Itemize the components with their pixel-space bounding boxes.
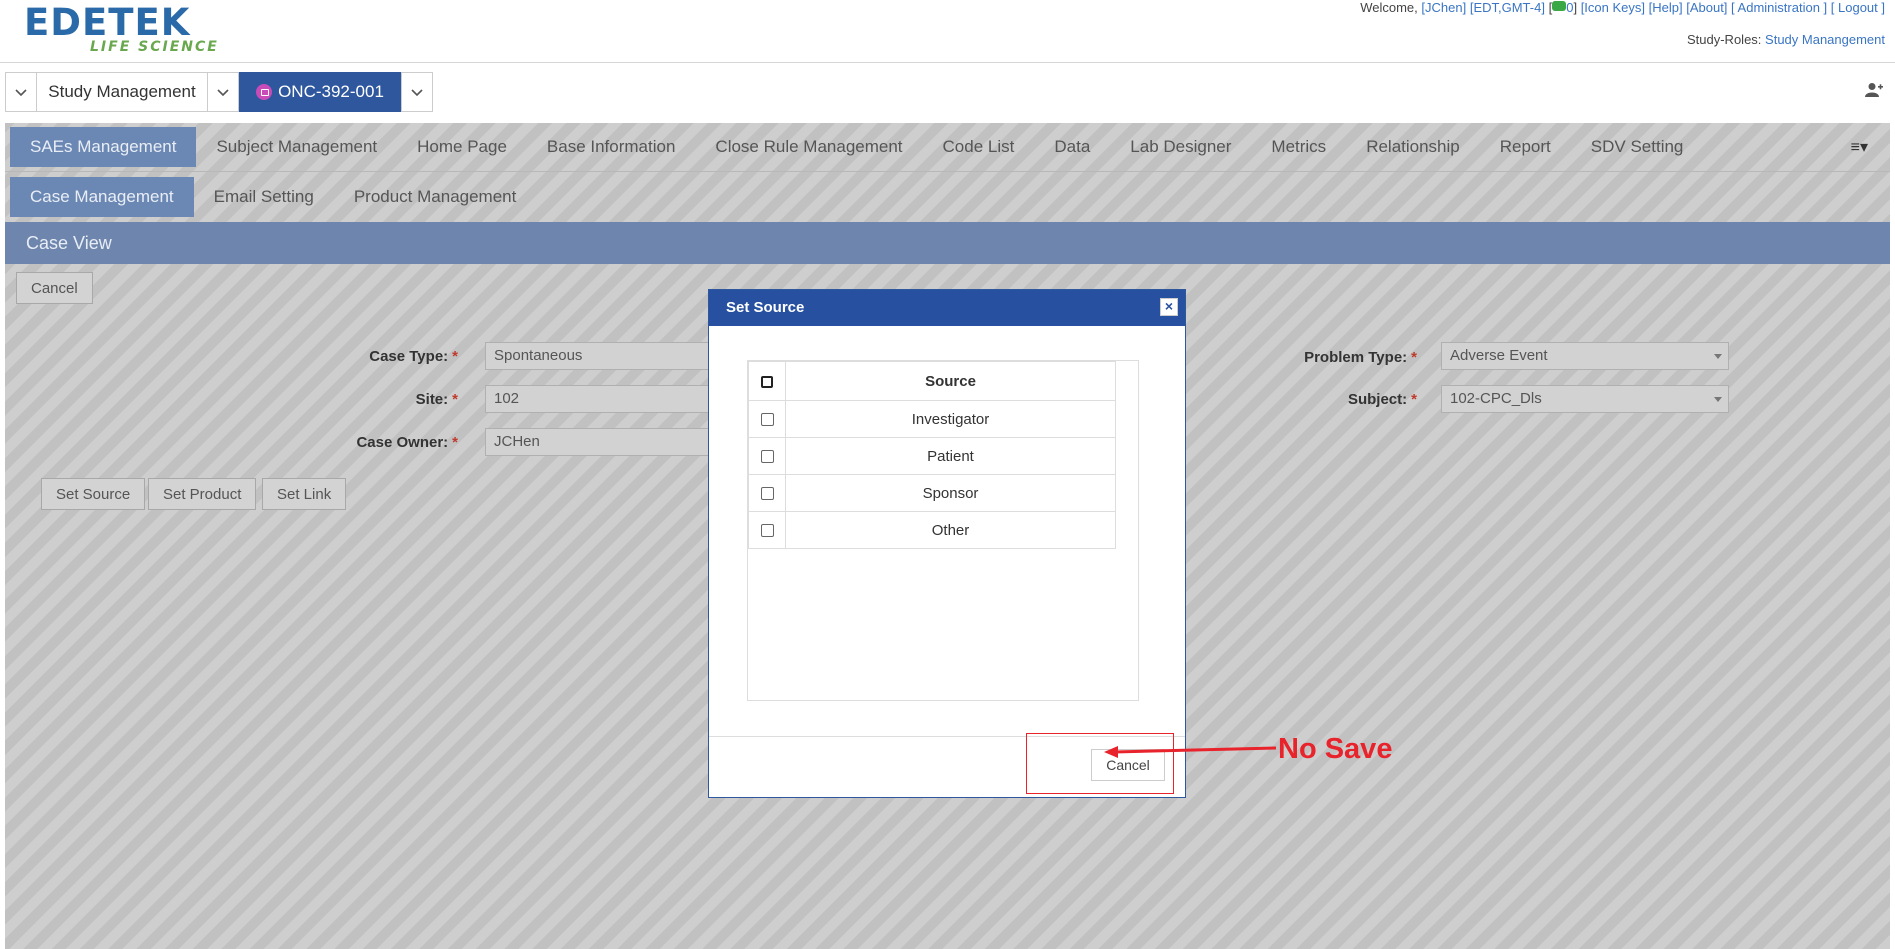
mail-icon[interactable]: [1552, 0, 1567, 11]
table-row: Other: [748, 511, 1116, 549]
grid-header-row: Source: [748, 361, 1116, 401]
set-link-button[interactable]: Set Link: [262, 478, 347, 510]
administration-link[interactable]: [ Administration ]: [1731, 0, 1827, 15]
row-checkbox[interactable]: [760, 413, 774, 427]
roles-label: Study-Roles:: [1686, 32, 1762, 47]
study-bar: Study Management ONC-392-001: [5, 72, 433, 112]
annotation-label: No Save: [1278, 733, 1393, 765]
source-column-header: Source: [785, 361, 1116, 401]
problem-type-select[interactable]: Adverse Event: [1441, 342, 1729, 370]
site-label: Site: *: [415, 391, 458, 408]
roles-value-link[interactable]: Study Manangement: [1765, 32, 1885, 47]
logo-main-text: EDETEK: [24, 1, 191, 44]
nav-home-page[interactable]: Home Page: [397, 127, 527, 167]
user-link[interactable]: [JChen]: [1421, 0, 1466, 15]
nav-case-management[interactable]: Case Management: [10, 177, 194, 217]
welcome-text: Welcome,: [1360, 0, 1418, 15]
set-product-button[interactable]: Set Product: [148, 478, 257, 510]
row-checkbox[interactable]: [760, 450, 774, 464]
nav-subject-management[interactable]: Subject Management: [196, 127, 397, 167]
dropdown-caret-icon: [1714, 354, 1722, 359]
table-row: Investigator: [748, 400, 1116, 438]
nav-code-list[interactable]: Code List: [923, 127, 1035, 167]
site-field[interactable]: 102: [485, 385, 715, 413]
top-links: Welcome, [JChen] [EDT,GMT-4] [0] [Icon K…: [1360, 0, 1885, 15]
timezone-link[interactable]: [EDT,GMT-4]: [1470, 0, 1545, 15]
table-row: Patient: [748, 437, 1116, 475]
source-grid: Source Investigator Patient Sponsor Othe…: [747, 360, 1139, 701]
set-source-button[interactable]: Set Source: [41, 478, 146, 510]
nav-close-rule-management[interactable]: Close Rule Management: [695, 127, 922, 167]
chevron-down-icon: [15, 89, 27, 97]
lock-icon: [256, 84, 273, 100]
row-checkbox[interactable]: [760, 524, 774, 538]
nav-email-setting[interactable]: Email Setting: [194, 177, 334, 217]
page-cancel-button[interactable]: Cancel: [16, 272, 93, 304]
app-header: EDETEK LIFE SCIENCE Welcome, [JChen] [ED…: [0, 0, 1895, 63]
company-logo: EDETEK LIFE SCIENCE: [24, 1, 217, 56]
chevron-down-icon: [411, 89, 423, 97]
problem-type-label: Problem Type: *: [1304, 349, 1417, 366]
nav-report[interactable]: Report: [1480, 127, 1571, 167]
hamburger-menu-icon[interactable]: ≡▾: [1851, 137, 1868, 157]
row-checkbox[interactable]: [760, 487, 774, 501]
protocol-label: ONC-392-001: [278, 82, 384, 101]
nav-metrics[interactable]: Metrics: [1251, 127, 1346, 167]
nav-base-information[interactable]: Base Information: [527, 127, 696, 167]
source-cell: Sponsor: [785, 474, 1116, 512]
annotation-arrow-icon: [1104, 746, 1277, 758]
nav-saes-management[interactable]: SAEs Management: [10, 127, 197, 167]
dialog-header: Set Source ×: [709, 290, 1185, 326]
protocol-selector[interactable]: ONC-392-001: [239, 72, 401, 112]
source-cell: Other: [785, 511, 1116, 549]
case-type-label: Case Type: *: [369, 348, 458, 365]
subject-value: 102-CPC_Dls: [1450, 390, 1542, 407]
case-owner-field[interactable]: JCHen: [485, 428, 715, 456]
study-dropdown-toggle[interactable]: [5, 72, 37, 112]
dropdown-caret-icon: [1714, 397, 1722, 402]
logo-sub-text: LIFE SCIENCE: [90, 39, 219, 55]
protocol-menu-toggle[interactable]: [401, 72, 433, 112]
nav-relationship[interactable]: Relationship: [1346, 127, 1480, 167]
protocol-dropdown-toggle[interactable]: [207, 72, 239, 112]
close-icon[interactable]: ×: [1160, 298, 1178, 316]
subject-label: Subject: *: [1347, 391, 1417, 408]
case-type-field[interactable]: Spontaneous: [485, 342, 715, 370]
nav-product-management[interactable]: Product Management: [334, 177, 537, 217]
submodule-nav: Case Management Email Setting Product Ma…: [5, 173, 1890, 221]
nav-data[interactable]: Data: [1034, 127, 1110, 167]
study-roles: Study-Roles: Study Manangement: [1687, 32, 1885, 47]
page-title: Case View: [5, 222, 1890, 264]
logout-link[interactable]: [ Logout ]: [1831, 0, 1885, 15]
table-row: Sponsor: [748, 474, 1116, 512]
nav-sdv-setting[interactable]: SDV Setting: [1571, 127, 1704, 167]
about-link[interactable]: [About]: [1686, 0, 1727, 15]
dialog-title: Set Source: [726, 299, 805, 316]
chevron-down-icon: [217, 89, 229, 97]
study-selector[interactable]: Study Management: [37, 72, 207, 112]
set-source-dialog: Set Source × Source Investigator Patient…: [708, 289, 1186, 798]
icon-keys-link[interactable]: [Icon Keys]: [1581, 0, 1645, 15]
source-cell: Patient: [785, 437, 1116, 475]
source-cell: Investigator: [785, 400, 1116, 438]
subject-select[interactable]: 102-CPC_Dls: [1441, 385, 1729, 413]
case-owner-label: Case Owner: *: [356, 434, 458, 451]
help-link[interactable]: [Help]: [1649, 0, 1683, 15]
problem-type-value: Adverse Event: [1450, 347, 1548, 364]
add-user-icon[interactable]: [1865, 82, 1883, 98]
nav-lab-designer[interactable]: Lab Designer: [1110, 127, 1251, 167]
select-all-checkbox[interactable]: [761, 375, 773, 388]
module-nav: SAEs Management Subject Management Home …: [5, 123, 1890, 172]
